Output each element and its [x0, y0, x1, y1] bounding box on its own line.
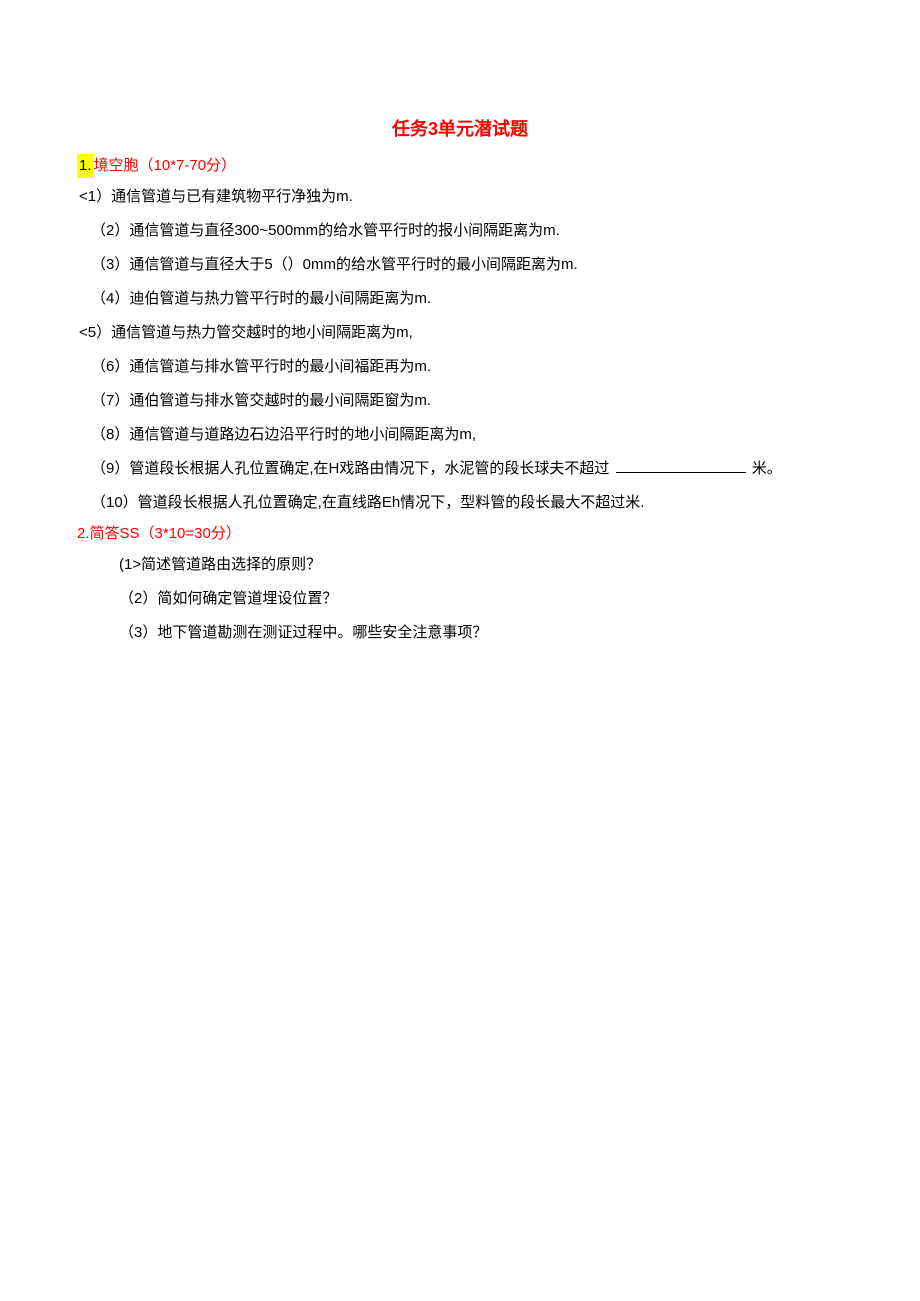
section-1-number: 1. [77, 154, 94, 178]
section-2-number: 2. [77, 522, 90, 546]
question-9: （9）管道段长根据人孔位置确定,在H戏路由情况下，水泥管的段长球夫不超过 米。 [77, 454, 843, 484]
question-10: （10）管道段长根据人孔位置确定,在直线路Eh情况下，型料管的段长最大不超过米. [77, 488, 843, 518]
question-9-pre: （9）管道段长根据人孔位置确定,在H戏路由情况下，水泥管的段长球夫不超过 [91, 460, 609, 477]
question-1: <1）通信管道与已有建筑物平行净独为m. [77, 182, 843, 212]
short-answer-1: (1>简述管道路由选择的原则？ [77, 550, 843, 580]
question-9-post: 米。 [752, 460, 782, 477]
section-2-label: 简答SS（3*10=30分） [90, 522, 241, 546]
section-1-header: 1. 境空胞（10*7-70分） [77, 154, 843, 178]
question-2: （2）通信管道与直径300~500mm的给水管平行时的报小间隔距离为m. [77, 216, 843, 246]
document-title: 任务3单元潜试题 [77, 115, 843, 144]
short-answer-3: （3）地下管道勘测在测证过程中。哪些安全注意事项？ [77, 618, 843, 648]
question-7: （7）通伯管道与排水管交越时的最小间隔距窗为m. [77, 386, 843, 416]
question-4: （4）迪伯管道与热力管平行时的最小间隔距离为m. [77, 284, 843, 314]
question-5: <5）通信管道与热力管交越时的地小间隔距离为m, [77, 318, 843, 348]
section-1-label: 境空胞（10*7-70分） [94, 154, 237, 178]
question-3: （3）通信管道与直径大于5（）0mm的给水管平行时的最小间隔距离为m. [77, 250, 843, 280]
question-8: （8）通信管道与道路边石边沿平行时的地小间隔距离为m, [77, 420, 843, 450]
question-6: （6）通信管道与排水管平行时的最小间福距再为m. [77, 352, 843, 382]
short-answer-2: （2）简如何确定管道埋设位置？ [77, 584, 843, 614]
blank-line [616, 472, 746, 473]
section-2-header: 2. 简答SS（3*10=30分） [77, 522, 843, 546]
